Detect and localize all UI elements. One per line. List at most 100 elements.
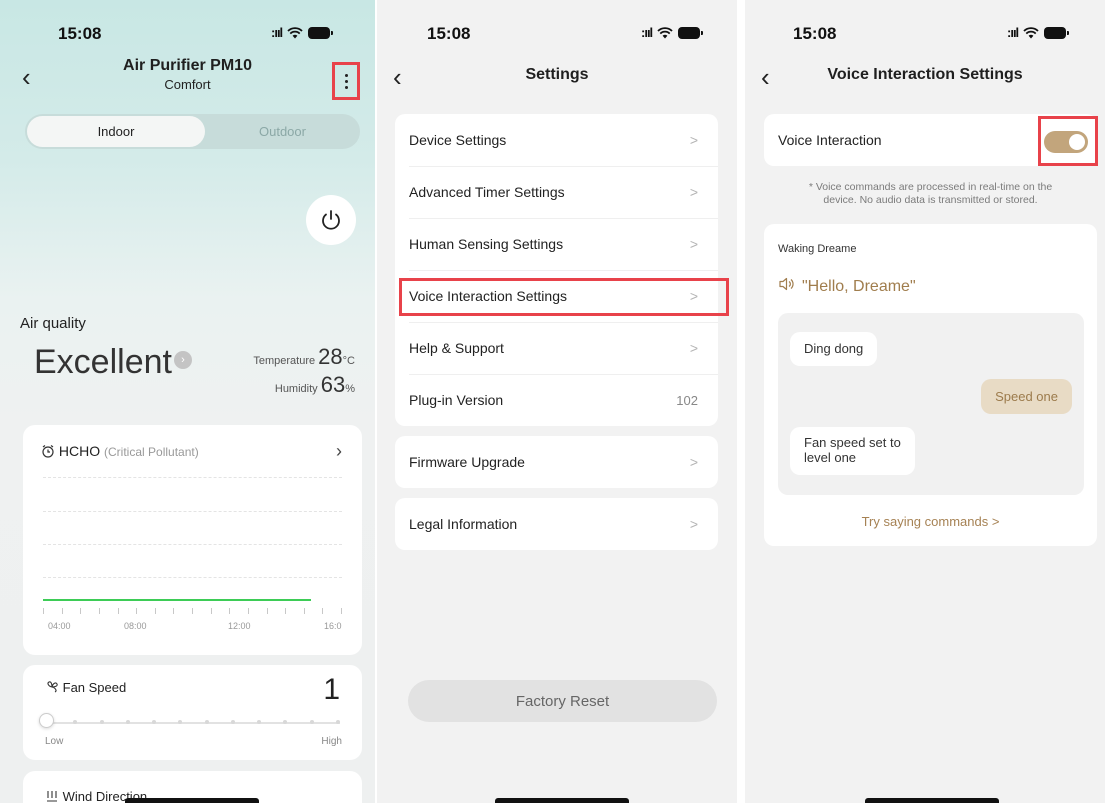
air-quality-text: Excellent bbox=[34, 343, 172, 381]
chart-ticks bbox=[43, 608, 342, 616]
fan-speed-label: Fan Speed bbox=[62, 680, 127, 695]
settings-item-human-sensing[interactable]: Human Sensing Settings > bbox=[395, 218, 718, 270]
firmware-group: Firmware Upgrade > bbox=[395, 436, 718, 488]
humidity-readout: Humidity 63% bbox=[275, 372, 355, 398]
home-indicator bbox=[865, 798, 999, 803]
privacy-note-line: * Voice commands are processed in real-t… bbox=[808, 181, 1053, 193]
signal-icon: :ııl bbox=[271, 25, 283, 40]
settings-item-label: Human Sensing Settings bbox=[409, 236, 564, 252]
fan-speed-card: Fan Speed 1 Low High bbox=[23, 665, 362, 760]
slider-low-label: Low bbox=[45, 736, 64, 747]
chevron-right-icon: > bbox=[689, 236, 698, 252]
settings-item-label: Firmware Upgrade bbox=[409, 454, 525, 470]
chevron-right-icon[interactable]: › bbox=[336, 441, 342, 462]
voice-settings-highlight bbox=[399, 278, 729, 316]
info-arrow-icon[interactable]: › bbox=[173, 351, 192, 370]
status-bar: 15:08 :ııl bbox=[745, 0, 1105, 43]
settings-item-device[interactable]: Device Settings > bbox=[395, 114, 718, 166]
waking-label: Waking Dreame bbox=[778, 243, 857, 255]
tab-outdoor[interactable]: Outdoor bbox=[205, 116, 360, 147]
status-bar: 15:08 :ııl bbox=[0, 0, 375, 43]
chevron-right-icon: > bbox=[689, 516, 698, 532]
status-icons: :ııl bbox=[641, 25, 704, 40]
air-quality-value: Excellent › bbox=[34, 343, 192, 382]
status-time: 15:08 bbox=[793, 24, 837, 43]
signal-icon: :ııl bbox=[641, 25, 653, 40]
alarm-clock-icon bbox=[41, 443, 59, 459]
settings-item-advanced-timer[interactable]: Advanced Timer Settings > bbox=[395, 166, 718, 218]
home-indicator bbox=[125, 798, 259, 803]
tab-indoor[interactable]: Indoor bbox=[27, 116, 205, 147]
fan-speed-value: 1 bbox=[323, 673, 340, 706]
humidity-unit: % bbox=[345, 383, 355, 395]
settings-item-plugin-version: Plug-in Version 102 bbox=[395, 374, 718, 426]
settings-screen: 15:08 :ııl ‹ Settings Device Settings > A… bbox=[377, 0, 737, 803]
hcho-trend-line bbox=[43, 599, 311, 601]
device-mode: Comfort bbox=[164, 77, 211, 92]
settings-item-legal[interactable]: Legal Information > bbox=[395, 498, 718, 550]
privacy-note-line: device. No audio data is transmitted or … bbox=[823, 194, 1038, 206]
humidity-value: 63 bbox=[320, 372, 346, 397]
chevron-right-icon: > bbox=[689, 340, 698, 356]
status-icons: :ııl bbox=[271, 25, 334, 40]
x-tick-label: 04:00 bbox=[48, 621, 71, 631]
status-icons: :ııl bbox=[1007, 25, 1070, 40]
wake-word-card: Waking Dreame "Hello, Dreame" Ding dong … bbox=[764, 224, 1097, 546]
voice-settings-screen: 15:08 :ııl ‹ Voice Interaction Settings … bbox=[745, 0, 1105, 803]
fan-speed-title: Fan Speed bbox=[45, 680, 126, 695]
grid-line bbox=[43, 544, 342, 545]
device-title: Air Purifier PM10 bbox=[123, 57, 252, 74]
wifi-icon bbox=[287, 26, 303, 39]
battery-icon bbox=[308, 26, 334, 39]
slider-thumb[interactable] bbox=[39, 713, 54, 728]
plugin-version-value: 102 bbox=[676, 392, 698, 408]
settings-group: Device Settings > Advanced Timer Settings… bbox=[395, 114, 718, 426]
more-vertical-icon bbox=[344, 73, 348, 89]
temperature-label: Temperature bbox=[253, 355, 316, 367]
speaker-icon[interactable] bbox=[778, 276, 796, 297]
wake-phrase: "Hello, Dreame" bbox=[778, 276, 916, 297]
hcho-label: HCHO bbox=[58, 443, 101, 459]
wake-phrase-text: "Hello, Dreame" bbox=[802, 277, 916, 295]
power-icon bbox=[322, 210, 340, 230]
temperature-unit: °C bbox=[342, 355, 355, 367]
settings-item-label: Advanced Timer Settings bbox=[409, 184, 565, 200]
slider-steps bbox=[47, 720, 340, 726]
page-title: Voice Interaction Settings bbox=[827, 66, 1023, 83]
more-options-button[interactable] bbox=[332, 62, 360, 100]
slider-high-label: High bbox=[321, 736, 342, 747]
try-saying-link[interactable]: Try saying commands > bbox=[764, 514, 1097, 529]
x-tick-label: 08:00 bbox=[124, 621, 147, 631]
user-bubble: Speed one bbox=[981, 379, 1072, 414]
power-button[interactable] bbox=[306, 195, 356, 245]
chevron-right-icon: > bbox=[689, 454, 698, 470]
status-time: 15:08 bbox=[427, 24, 471, 43]
device-bubble: Ding dong bbox=[790, 332, 878, 366]
air-quality-label: Air quality bbox=[20, 315, 86, 332]
voice-interaction-label: Voice Interaction bbox=[778, 132, 882, 148]
status-bar: 15:08 :ııl bbox=[377, 0, 737, 43]
hcho-card[interactable]: HCHO (Critical Pollutant) › 04:00 08:00 … bbox=[23, 425, 362, 655]
battery-icon bbox=[678, 26, 704, 39]
wifi-icon bbox=[1023, 26, 1039, 39]
hcho-title: HCHO (Critical Pollutant) bbox=[41, 443, 199, 459]
x-tick-label: 12:00 bbox=[228, 621, 251, 631]
temperature-value: 28 bbox=[318, 344, 343, 369]
fan-icon bbox=[45, 680, 63, 695]
chevron-right-icon: > bbox=[689, 184, 698, 200]
purifier-home-screen: 15:08 :ııl ‹ Air Purifier PM10 Comfort I… bbox=[0, 0, 375, 803]
settings-item-label: Legal Information bbox=[409, 516, 518, 532]
grid-line bbox=[43, 511, 342, 512]
signal-icon: :ııl bbox=[1007, 25, 1019, 40]
settings-item-label: Device Settings bbox=[409, 132, 507, 148]
example-dialog: Ding dong Speed one Fan speed set to lev… bbox=[778, 313, 1084, 495]
indoor-outdoor-toggle: Indoor Outdoor bbox=[25, 114, 360, 149]
settings-item-firmware-upgrade[interactable]: Firmware Upgrade > bbox=[395, 436, 718, 488]
settings-item-help-support[interactable]: Help & Support > bbox=[395, 322, 718, 374]
legal-group: Legal Information > bbox=[395, 498, 718, 550]
settings-item-label: Help & Support bbox=[409, 340, 504, 356]
humidity-label: Humidity bbox=[274, 383, 318, 395]
wind-icon bbox=[45, 789, 63, 803]
privacy-note: * Voice commands are processed in real-t… bbox=[764, 181, 1097, 207]
factory-reset-button[interactable]: Factory Reset bbox=[408, 680, 717, 722]
